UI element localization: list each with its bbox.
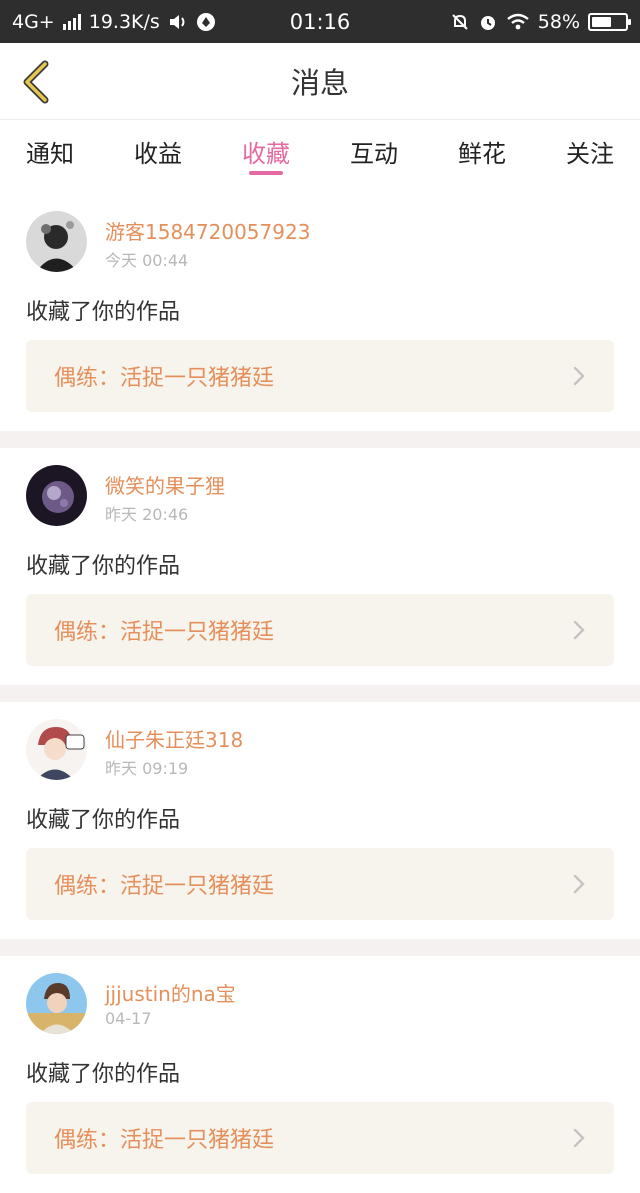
avatar[interactable]	[26, 465, 87, 526]
tab-interactions[interactable]: 互动	[350, 120, 398, 178]
timestamp: 昨天 09:19	[105, 759, 189, 778]
action-text: 收藏了你的作品	[26, 300, 181, 325]
work-title: 偶练：活捉一只猪猪廷	[54, 874, 275, 899]
status-left: 4G+ 19.3K/s	[12, 11, 216, 33]
work-link[interactable]: 偶练：活捉一只猪猪廷	[26, 848, 614, 920]
avatar[interactable]	[26, 719, 87, 780]
tab-earnings[interactable]: 收益	[134, 120, 182, 178]
message-card: 微笑的果子狸 昨天 20:46 收藏了你的作品 偶练：活捉一只猪猪廷	[0, 448, 640, 685]
mute-bell-icon	[452, 13, 468, 30]
username[interactable]: jjjustin的na宝	[105, 978, 236, 1007]
chevron-right-icon	[573, 620, 585, 640]
work-link[interactable]: 偶练：活捉一只猪猪廷	[26, 594, 614, 666]
username[interactable]: 仙子朱正廷318	[105, 724, 243, 753]
chevron-right-icon	[573, 1128, 585, 1148]
message-card: jjjustin的na宝 04-17 收藏了你的作品 偶练：活捉一只猪猪廷	[0, 956, 640, 1193]
network-speed: 19.3K/s	[88, 10, 160, 33]
message-card: 游客1584720057923 今天 00:44 收藏了你的作品 偶练：活捉一只…	[0, 194, 640, 431]
alarm-icon	[480, 15, 495, 30]
app-icon	[196, 12, 215, 31]
timestamp: 昨天 20:46	[105, 505, 189, 524]
tab-following[interactable]: 关注	[566, 120, 614, 178]
divider	[0, 431, 640, 448]
work-link[interactable]: 偶练：活捉一只猪猪廷	[26, 340, 614, 412]
status-right: 58%	[450, 10, 631, 33]
status-bar: 4G+ 19.3K/s 01:16 58%	[0, 0, 640, 43]
chevron-right-icon	[573, 366, 585, 386]
avatar[interactable]	[26, 973, 87, 1034]
divider	[0, 939, 640, 956]
action-text: 收藏了你的作品	[26, 1062, 181, 1087]
username[interactable]: 游客1584720057923	[105, 216, 310, 245]
wifi-icon	[507, 13, 529, 29]
action-text: 收藏了你的作品	[26, 808, 181, 833]
work-title: 偶练：活捉一只猪猪廷	[54, 620, 275, 645]
message-card: 仙子朱正廷318 昨天 09:19 收藏了你的作品 偶练：活捉一只猪猪廷	[0, 702, 640, 939]
timestamp: 今天 00:44	[105, 251, 189, 270]
message-list: 游客1584720057923 今天 00:44 收藏了你的作品 偶练：活捉一只…	[0, 194, 640, 1193]
username[interactable]: 微笑的果子狸	[105, 470, 225, 499]
network-type: 4G+	[12, 10, 55, 33]
volume-icon	[169, 14, 185, 29]
nav-bar: 消息	[0, 43, 640, 120]
action-text: 收藏了你的作品	[26, 554, 181, 579]
work-title: 偶练：活捉一只猪猪廷	[54, 366, 275, 391]
work-title: 偶练：活捉一只猪猪廷	[54, 1128, 275, 1153]
tab-bar: 通知 收益 收藏 互动 鲜花 关注	[0, 120, 640, 178]
timestamp: 04-17	[105, 1009, 152, 1028]
battery-fill	[592, 16, 611, 27]
tab-favorites[interactable]: 收藏	[242, 120, 290, 178]
divider	[0, 685, 640, 702]
battery-percent: 58%	[537, 10, 580, 33]
chevron-left-icon	[23, 60, 49, 104]
work-link[interactable]: 偶练：活捉一只猪猪廷	[26, 1102, 614, 1174]
tab-flowers[interactable]: 鲜花	[458, 120, 506, 178]
battery-icon	[588, 12, 631, 31]
signal-icon	[62, 13, 81, 30]
back-button[interactable]	[16, 59, 56, 105]
page-title: 消息	[290, 66, 349, 100]
avatar[interactable]	[26, 211, 87, 272]
chevron-right-icon	[573, 874, 585, 894]
tab-notifications[interactable]: 通知	[26, 120, 74, 178]
